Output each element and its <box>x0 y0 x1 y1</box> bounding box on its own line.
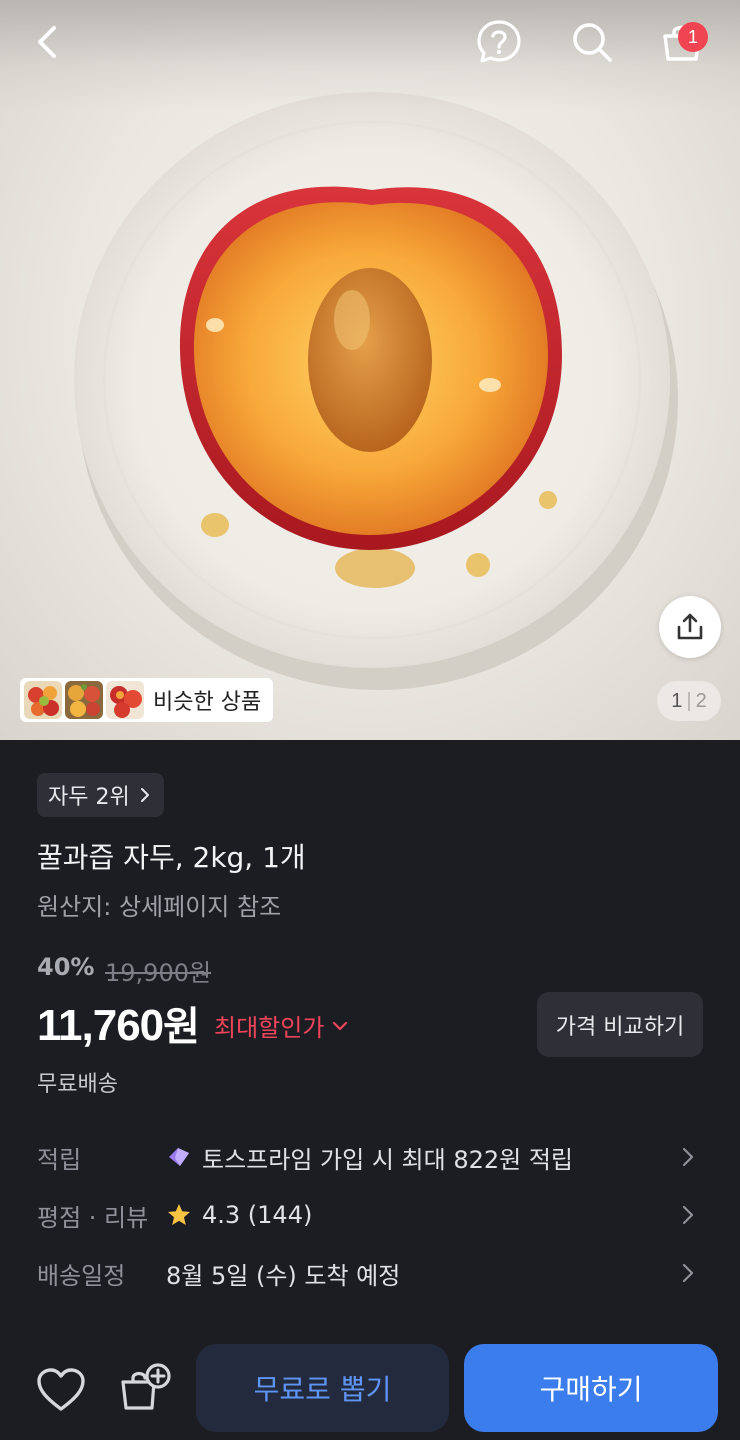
chevron-down-icon <box>333 1021 348 1030</box>
detail-row-value-text: 4.3 (144) <box>202 1201 313 1229</box>
detail-row-delivery[interactable]: 배송일정 8월 5일 (수) 도착 예정 <box>0 1250 740 1296</box>
similar-products-button[interactable]: 비슷한 상품 <box>20 678 274 722</box>
like-button[interactable] <box>34 1363 88 1417</box>
detail-row-value: 토스프라임 가입 시 최대 822원 적립 <box>166 1140 573 1175</box>
detail-row-points[interactable]: 적립 토스프라임 가입 시 최대 822원 적립 <box>0 1134 740 1180</box>
star-icon <box>168 1204 190 1225</box>
similar-thumb-3 <box>106 681 144 719</box>
back-button[interactable] <box>19 14 75 70</box>
price-compare-button[interactable]: 가격 비교하기 <box>537 992 703 1057</box>
product-photo <box>74 92 678 690</box>
detail-row-value-text: 8월 5일 (수) 도착 예정 <box>166 1261 401 1290</box>
toss-prime-icon <box>169 1148 189 1166</box>
free-shipping-label: 무료배송 <box>37 1072 118 1097</box>
image-counter-total: 2 <box>695 689 707 712</box>
detail-row-value: 8월 5일 (수) 도착 예정 <box>166 1256 400 1291</box>
image-counter-current: 1 <box>671 689 683 712</box>
product-image-area[interactable]: 1 1 | 2 비슷한 상품 <box>0 0 740 740</box>
search-icon <box>573 23 612 62</box>
max-discount-toggle[interactable]: 최대할인가 <box>214 1008 348 1043</box>
back-chevron-icon <box>38 26 56 58</box>
chevron-right-icon <box>682 1147 694 1167</box>
detail-row-label: 적립 <box>37 1145 82 1174</box>
share-upload-icon <box>677 613 703 640</box>
similar-thumb-2 <box>65 681 103 719</box>
top-shade <box>0 0 740 110</box>
category-rank-chip[interactable]: 자두 2위 <box>37 773 164 817</box>
cart-button[interactable]: 1 <box>654 14 710 70</box>
detail-row-label: 평점 · 리뷰 <box>37 1203 149 1232</box>
similar-thumb-1 <box>24 681 62 719</box>
image-counter: 1 | 2 <box>657 681 721 721</box>
cart-count-badge: 1 <box>678 22 708 52</box>
original-price: 19,900원 <box>105 959 212 987</box>
help-question-icon <box>477 20 521 63</box>
max-discount-label: 최대할인가 <box>214 1014 325 1042</box>
detail-row-value-text: 토스프라임 가입 시 최대 822원 적립 <box>202 1145 573 1174</box>
detail-row-label: 배송일정 <box>37 1261 126 1290</box>
chevron-right-icon <box>140 788 149 802</box>
help-button[interactable] <box>471 14 527 70</box>
buy-button[interactable]: 구매하기 <box>464 1344 718 1432</box>
search-button[interactable] <box>564 14 620 70</box>
heart-icon <box>37 1368 85 1411</box>
similar-products-label: 비슷한 상품 <box>153 690 262 715</box>
product-title: 꿀과즙 자두, 2kg, 1개 <box>37 841 306 874</box>
free-pick-button[interactable]: 무료로 뽑기 <box>196 1344 449 1432</box>
detail-row-value: 4.3 (144) <box>166 1201 312 1229</box>
sale-price-unit: 원 <box>163 1004 200 1050</box>
image-counter-separator: | <box>686 689 692 712</box>
product-origin: 원산지: 상세페이지 참조 <box>37 893 282 921</box>
chevron-right-icon <box>682 1205 694 1225</box>
sale-price: 11,760원 <box>37 994 200 1052</box>
add-to-cart-button[interactable] <box>116 1360 174 1418</box>
add-to-cart-icon <box>121 1363 171 1410</box>
chevron-right-icon <box>682 1263 694 1283</box>
sale-price-number: 11,760 <box>37 1001 164 1050</box>
share-button[interactable] <box>659 596 721 658</box>
detail-row-rating[interactable]: 평점 · 리뷰 4.3 (144) <box>0 1192 740 1238</box>
discount-percent: 40% <box>37 953 95 981</box>
rank-label: 자두 2위 <box>48 785 130 810</box>
